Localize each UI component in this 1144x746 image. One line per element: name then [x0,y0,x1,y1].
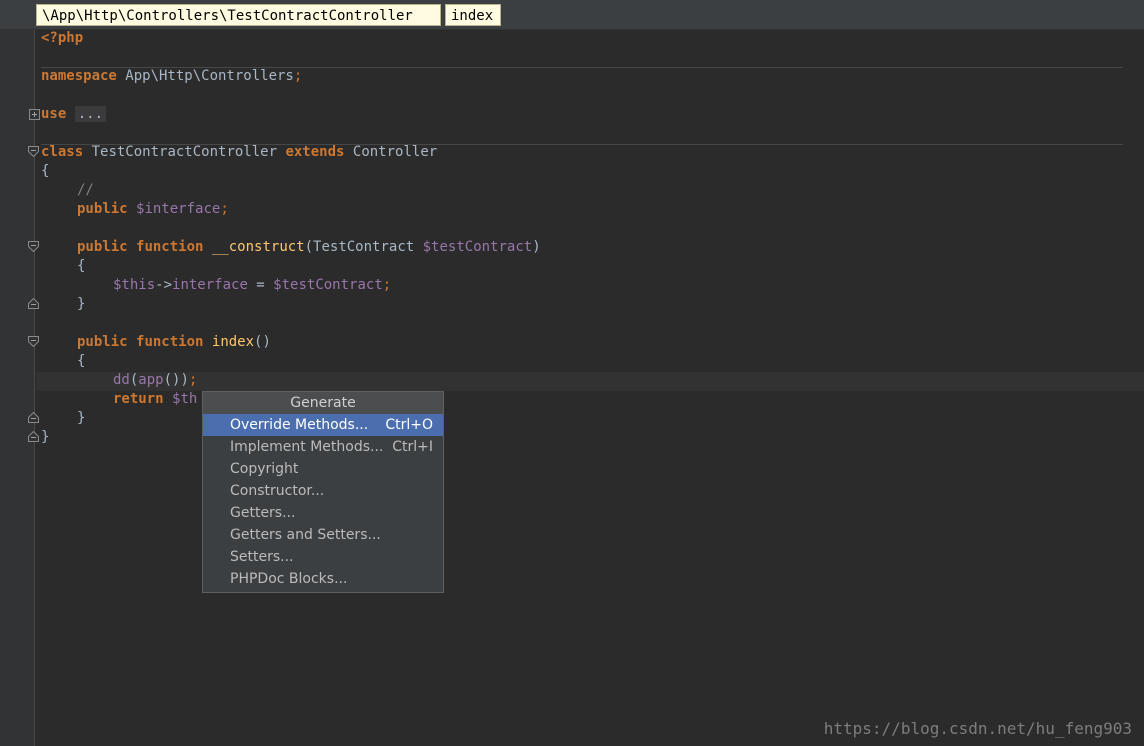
keyword: namespace [41,68,117,84]
function-name: index [211,334,255,350]
paren: ) [532,239,541,255]
code-line[interactable]: use ... [41,105,107,124]
paren: () [254,334,271,350]
code-line[interactable]: return $th [113,390,197,409]
brace: } [77,296,86,312]
namespace-name: App\Http\Controllers [116,68,294,84]
menu-item-label: Getters and Setters... [230,527,381,543]
breadcrumb-bar: \App\Http\Controllers\TestContractContro… [0,0,1144,30]
this-var: $th [172,391,198,407]
code-line[interactable]: public function index() [77,333,271,352]
parent-class: Controller [344,144,438,160]
keyword: function [136,239,204,255]
function-call: app [138,372,164,388]
code-line[interactable]: } [77,295,85,314]
fold-end-icon[interactable] [28,412,40,424]
keyword: return [113,391,164,407]
semicolon: ; [382,277,392,293]
code-line[interactable]: class TestContractController extends Con… [41,143,437,162]
php-open-tag: <?php [41,30,84,46]
param-var: $testContract [273,277,383,293]
menu-item-setters[interactable]: Setters... [203,546,443,568]
arrow: -> [155,277,173,293]
menu-item-getters-and-setters[interactable]: Getters and Setters... [203,524,443,546]
menu-item-label: Constructor... [230,483,325,499]
keyword: function [136,334,204,350]
menu-item-shortcut: Ctrl+I [392,439,433,455]
menu-item-getters[interactable]: Getters... [203,502,443,524]
code-line[interactable]: <?php [41,29,83,48]
fold-end-icon[interactable] [28,431,40,443]
menu-item-constructor[interactable]: Constructor... [203,480,443,502]
semicolon: ; [188,372,198,388]
fold-collapse-icon[interactable] [28,336,40,348]
code-line[interactable]: { [41,162,49,181]
class-name: TestContractController [83,144,286,160]
code-line[interactable]: public $interface; [77,200,229,219]
menu-item-phpdoc-blocks[interactable]: PHPDoc Blocks... [203,568,443,590]
assign: = [247,277,274,293]
code-line[interactable]: // [77,181,94,200]
keyword: extends [285,144,345,160]
popup-title: Generate [203,392,443,414]
property: $interface [136,201,221,217]
code-line[interactable]: { [77,352,85,371]
code-line[interactable]: } [77,409,85,428]
fold-collapse-icon[interactable] [28,146,40,158]
paren: ()) [163,372,189,388]
menu-item-label: Copyright [230,461,299,477]
keyword: public [77,334,128,350]
menu-item-implement-methods[interactable]: Implement Methods... Ctrl+I [203,436,443,458]
param-type: (TestContract [304,239,423,255]
code-line[interactable]: namespace App\Http\Controllers; [41,67,302,86]
this-var: $this [113,277,156,293]
brace: { [41,163,50,179]
function-name: __construct [211,239,305,255]
function-call: dd [113,372,130,388]
caret-row-highlight [36,372,1144,391]
code-line[interactable]: } [41,428,49,447]
semicolon: ; [220,201,229,217]
editor-gutter [0,30,35,746]
fold-expand-icon[interactable] [29,109,41,121]
watermark: https://blog.csdn.net/hu_feng903 [823,719,1132,738]
keyword: use [41,106,67,122]
semicolon: ; [293,68,303,84]
keyword: public [77,201,128,217]
brace: } [77,410,86,426]
breadcrumb-method[interactable]: index [445,4,501,26]
generate-popup: Generate Override Methods... Ctrl+O Impl… [202,391,444,593]
property: interface [172,277,248,293]
brace: } [41,429,50,445]
code-line[interactable]: public function __construct(TestContract… [77,238,541,257]
keyword: class [41,144,84,160]
menu-item-label: Override Methods... [230,417,369,433]
keyword: public [77,239,128,255]
fold-end-icon[interactable] [28,298,40,310]
menu-item-label: Getters... [230,505,296,521]
menu-item-label: PHPDoc Blocks... [230,571,348,587]
brace: { [77,353,86,369]
folded-imports[interactable]: ... [74,106,107,122]
comment: // [77,182,94,198]
breadcrumb-class[interactable]: \App\Http\Controllers\TestContractContro… [36,4,441,26]
menu-item-override-methods[interactable]: Override Methods... Ctrl+O [203,414,443,436]
menu-item-copyright[interactable]: Copyright [203,458,443,480]
param-var: $testContract [422,239,533,255]
code-line[interactable]: { [77,257,85,276]
menu-item-label: Implement Methods... [230,439,384,455]
fold-collapse-icon[interactable] [28,241,40,253]
code-line[interactable]: dd(app()); [113,371,197,390]
menu-item-label: Setters... [230,549,294,565]
code-line[interactable]: $this->interface = $testContract; [113,276,391,295]
menu-item-shortcut: Ctrl+O [385,417,433,433]
brace: { [77,258,86,274]
